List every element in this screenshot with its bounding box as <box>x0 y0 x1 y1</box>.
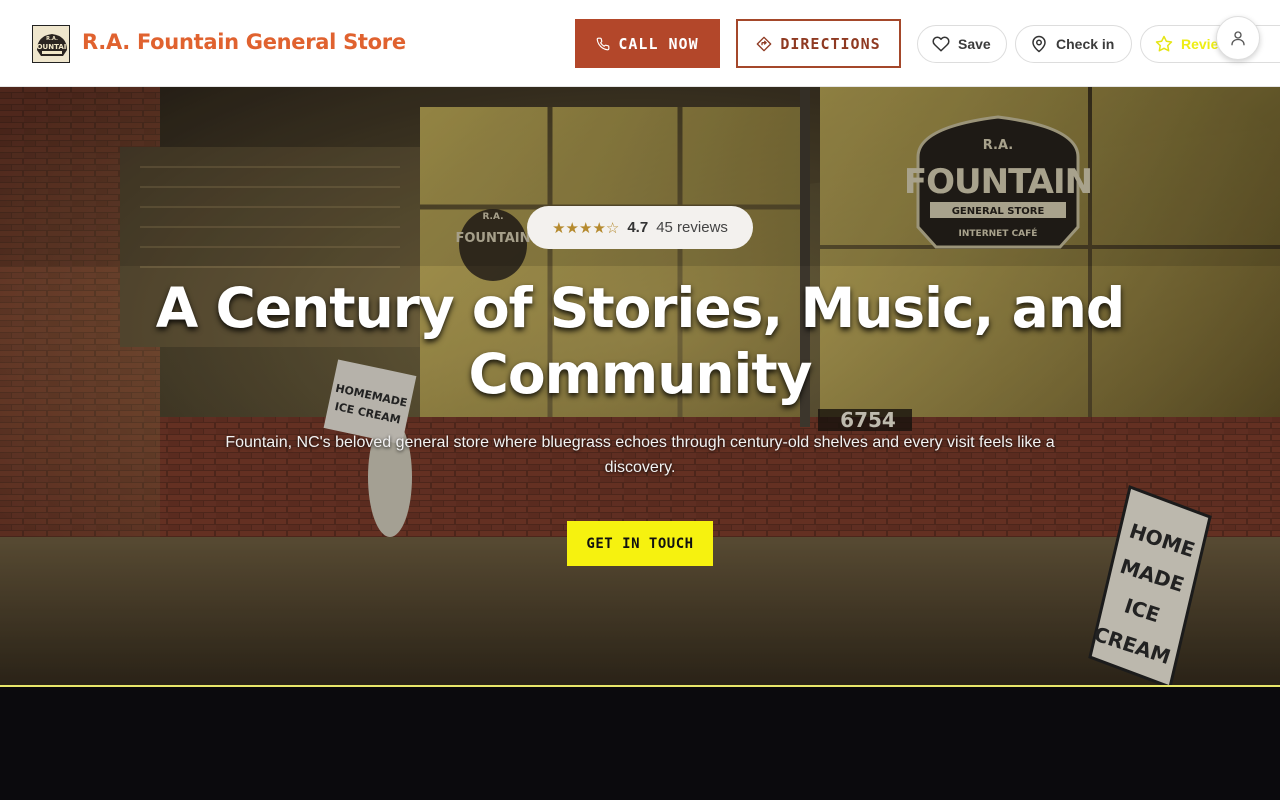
store-logo[interactable]: R.A. FOUNTAIN <box>32 25 70 63</box>
directions-label: DIRECTIONS <box>780 34 881 53</box>
logo-badge-icon: R.A. FOUNTAIN <box>33 26 70 62</box>
map-pin-icon <box>1032 35 1046 53</box>
call-now-label: CALL NOW <box>618 34 699 53</box>
phone-icon <box>597 37 610 50</box>
save-button[interactable]: Save <box>917 25 1007 63</box>
svg-text:FOUNTAIN: FOUNTAIN <box>33 43 70 51</box>
account-button[interactable] <box>1216 16 1260 60</box>
save-label: Save <box>958 36 991 52</box>
get-in-touch-button[interactable]: GET IN TOUCH <box>567 521 713 566</box>
brand-name[interactable]: R.A. Fountain General Store <box>82 30 406 54</box>
check-in-label: Check in <box>1056 36 1115 52</box>
rating-value: 4.7 <box>627 219 649 236</box>
star-icon <box>1155 35 1173 52</box>
review-count: 45 reviews <box>656 219 728 236</box>
star-filled-icon: ★ <box>578 219 593 237</box>
star-filled-icon: ★ <box>565 219 579 237</box>
hero-title-line1: A Century of Stories, Music, and <box>155 276 1125 340</box>
star-filled-icon: ★ <box>592 219 606 237</box>
hero-title-line2: Community <box>468 342 812 406</box>
directions-button[interactable]: DIRECTIONS <box>736 19 901 68</box>
svg-text:R.A.: R.A. <box>46 36 58 42</box>
star-half-icon: ☆ <box>605 219 620 237</box>
hero-section: R.A. FOUNTAIN R.A. FOUNTAIN GENERAL STOR… <box>0 87 1280 687</box>
hero-subtitle: Fountain, NC's beloved general store whe… <box>225 434 1055 476</box>
next-section <box>0 688 1280 800</box>
rating-badge[interactable]: ★ ★ ★ ★ ☆ 4.7 45 reviews <box>527 206 753 249</box>
rating-stars: ★ ★ ★ ★ ☆ <box>552 219 619 237</box>
directions-icon <box>757 36 772 51</box>
hero-title: A Century of Stories, Music, and Communi… <box>140 275 1140 407</box>
site-header: R.A. FOUNTAIN R.A. Fountain General Stor… <box>0 0 1280 87</box>
star-filled-icon: ★ <box>552 219 566 237</box>
user-icon <box>1231 31 1245 46</box>
check-in-button[interactable]: Check in <box>1015 25 1132 63</box>
call-now-button[interactable]: CALL NOW <box>575 19 720 68</box>
heart-icon <box>932 36 950 52</box>
